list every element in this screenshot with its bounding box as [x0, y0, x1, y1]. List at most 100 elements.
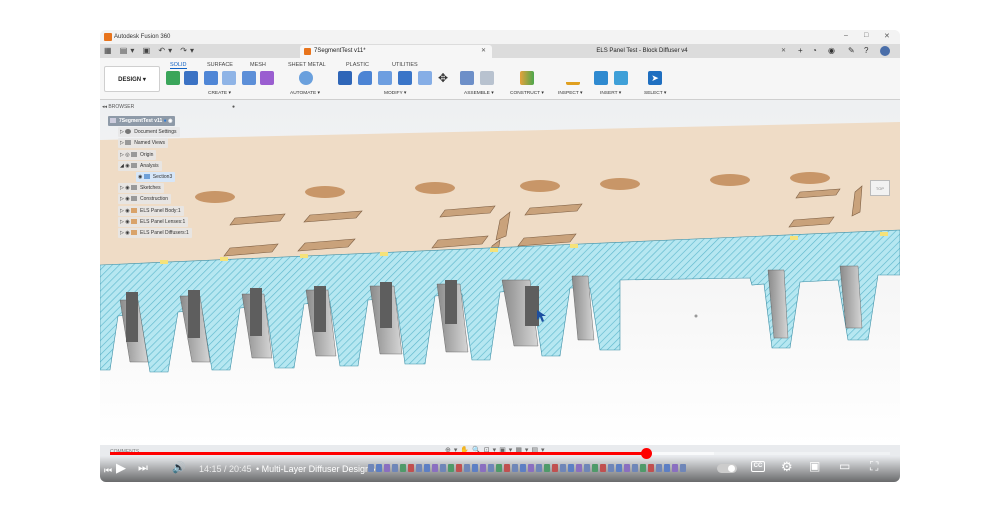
- joint-icon[interactable]: [480, 71, 494, 85]
- quick-access-toolbar[interactable]: ▦ ▤▾ ▣ ↶▾ ↷▾: [104, 46, 197, 55]
- workspace-switcher[interactable]: DESIGN ▾: [104, 66, 160, 92]
- extrude-icon[interactable]: [184, 71, 198, 85]
- group-assemble[interactable]: ASSEMBLE ▾: [464, 91, 494, 96]
- video-progress-bar[interactable]: [110, 448, 890, 459]
- timeline-feature-icon[interactable]: [408, 464, 414, 472]
- timeline-feature-icon[interactable]: [496, 464, 502, 472]
- measure-icon[interactable]: [566, 71, 580, 85]
- timeline-feature-icon[interactable]: [488, 464, 494, 472]
- autoplay-toggle[interactable]: [717, 464, 737, 473]
- visibility-icon[interactable]: ◎: [125, 152, 129, 158]
- group-construct[interactable]: CONSTRUCT ▾: [510, 91, 544, 96]
- insert-canvas-icon[interactable]: [614, 71, 628, 85]
- tree-item-panel-lenses[interactable]: ▷ ◉ ELS Panel Lenses:1: [118, 217, 189, 227]
- timeline-feature-icon[interactable]: [632, 464, 638, 472]
- timeline-feature-icon[interactable]: [608, 464, 614, 472]
- tree-item-construction[interactable]: ▷ ◉ Construction: [118, 194, 172, 204]
- group-inspect[interactable]: INSPECT ▾: [558, 91, 582, 96]
- viewcube[interactable]: TOP: [870, 180, 890, 196]
- group-insert[interactable]: INSERT ▾: [600, 91, 621, 96]
- volume-icon[interactable]: 🔊: [172, 462, 186, 475]
- timeline-feature-icon[interactable]: [616, 464, 622, 472]
- timeline-feature-icon[interactable]: [480, 464, 486, 472]
- 3d-viewport[interactable]: TOP: [100, 100, 900, 445]
- timeline-feature-icon[interactable]: [504, 464, 510, 472]
- group-automate[interactable]: AUTOMATE ▾: [290, 91, 320, 96]
- timeline-feature-icon[interactable]: [440, 464, 446, 472]
- fusion-timeline[interactable]: [368, 464, 708, 474]
- select-cursor-icon[interactable]: ➤: [648, 71, 662, 85]
- visibility-icon[interactable]: ◉: [125, 196, 129, 202]
- timeline-feature-icon[interactable]: [680, 464, 686, 472]
- fullscreen-icon[interactable]: ⛶: [870, 460, 878, 473]
- timeline-feature-icon[interactable]: [592, 464, 598, 472]
- next-icon[interactable]: ⏭: [138, 462, 148, 475]
- revolve-icon[interactable]: [204, 71, 218, 85]
- maximize-icon[interactable]: □: [864, 32, 868, 39]
- tree-item-panel-body[interactable]: ▷ ◉ ELS Panel Body:1: [118, 206, 184, 216]
- tab-plastic[interactable]: PLASTIC: [346, 62, 369, 68]
- insert-derive-icon[interactable]: [594, 71, 608, 85]
- offset-plane-icon[interactable]: [520, 71, 534, 85]
- tree-item-section3[interactable]: ◉ Section3: [136, 172, 176, 182]
- fillet-icon[interactable]: [358, 71, 372, 85]
- group-select[interactable]: SELECT ▾: [644, 91, 666, 96]
- close-tab-icon[interactable]: ✕: [481, 45, 486, 58]
- tab-utilities[interactable]: UTILITIES: [392, 62, 418, 68]
- tab-els-panel-test[interactable]: ELS Panel Test - Block Diffuser v4 ✕: [492, 45, 792, 58]
- timeline-feature-icon[interactable]: [544, 464, 550, 472]
- timeline-feature-icon[interactable]: [584, 464, 590, 472]
- visibility-icon[interactable]: ◉: [125, 230, 129, 236]
- timeline-feature-icon[interactable]: [656, 464, 662, 472]
- tab-7segmenttest[interactable]: 7SegmentTest v11* ✕: [300, 45, 492, 58]
- timeline-feature-icon[interactable]: [416, 464, 422, 472]
- timeline-feature-icon[interactable]: [576, 464, 582, 472]
- tree-item-panel-diffusers[interactable]: ▷ ◉ ELS Panel Diffusers:1: [118, 228, 192, 238]
- tree-item-origin[interactable]: ▷ ◎ Origin: [118, 150, 157, 160]
- timeline-feature-icon[interactable]: [560, 464, 566, 472]
- gear-icon[interactable]: ⚙: [781, 460, 793, 473]
- job-status-icon[interactable]: ◔: [812, 46, 817, 55]
- new-tab-icon[interactable]: +: [798, 46, 803, 55]
- theater-icon[interactable]: ▭: [839, 460, 850, 473]
- timeline-feature-icon[interactable]: [376, 464, 382, 472]
- timeline-feature-icon[interactable]: [472, 464, 478, 472]
- tree-item-named-views[interactable]: ▷ Named Views: [118, 138, 169, 148]
- timeline-feature-icon[interactable]: [624, 464, 630, 472]
- notifications-icon[interactable]: ◉: [828, 46, 835, 55]
- automate-icon[interactable]: [299, 71, 313, 85]
- visibility-icon[interactable]: ◉: [125, 208, 129, 214]
- previous-icon[interactable]: ⏮: [104, 464, 112, 477]
- timeline-feature-icon[interactable]: [648, 464, 654, 472]
- timeline-feature-icon[interactable]: [536, 464, 542, 472]
- press-pull-icon[interactable]: [338, 71, 352, 85]
- visibility-icon[interactable]: ◉: [125, 185, 129, 191]
- timeline-feature-icon[interactable]: [664, 464, 670, 472]
- tree-item-document-settings[interactable]: ▷ Document Settings: [118, 127, 180, 137]
- timeline-feature-icon[interactable]: [672, 464, 678, 472]
- shell-icon[interactable]: [378, 71, 392, 85]
- timeline-feature-icon[interactable]: [464, 464, 470, 472]
- tab-mesh[interactable]: MESH: [250, 62, 266, 68]
- timeline-feature-icon[interactable]: [384, 464, 390, 472]
- create-sketch-icon[interactable]: [166, 71, 180, 85]
- captions-icon[interactable]: CC: [751, 461, 765, 472]
- miniplayer-icon[interactable]: ▣: [809, 460, 820, 473]
- pattern-icon[interactable]: [242, 71, 256, 85]
- help-icon[interactable]: ?: [864, 46, 868, 55]
- timeline-feature-icon[interactable]: [568, 464, 574, 472]
- timeline-feature-icon[interactable]: [528, 464, 534, 472]
- split-body-icon[interactable]: [418, 71, 432, 85]
- extensions-icon[interactable]: ✎: [848, 46, 855, 55]
- timeline-feature-icon[interactable]: [552, 464, 558, 472]
- scrubber-handle[interactable]: [640, 448, 652, 459]
- tab-surface[interactable]: SURFACE: [207, 62, 233, 68]
- group-modify[interactable]: MODIFY ▾: [384, 91, 406, 96]
- timeline-feature-icon[interactable]: [392, 464, 398, 472]
- browser-header[interactable]: ◂◂ BROWSER: [102, 104, 134, 110]
- close-tab-icon[interactable]: ✕: [781, 45, 786, 58]
- create-form-icon[interactable]: [260, 71, 274, 85]
- tab-sheet-metal[interactable]: SHEET METAL: [288, 62, 326, 68]
- visibility-icon[interactable]: ◉: [125, 163, 129, 169]
- browser-pin-icon[interactable]: ●: [232, 104, 235, 110]
